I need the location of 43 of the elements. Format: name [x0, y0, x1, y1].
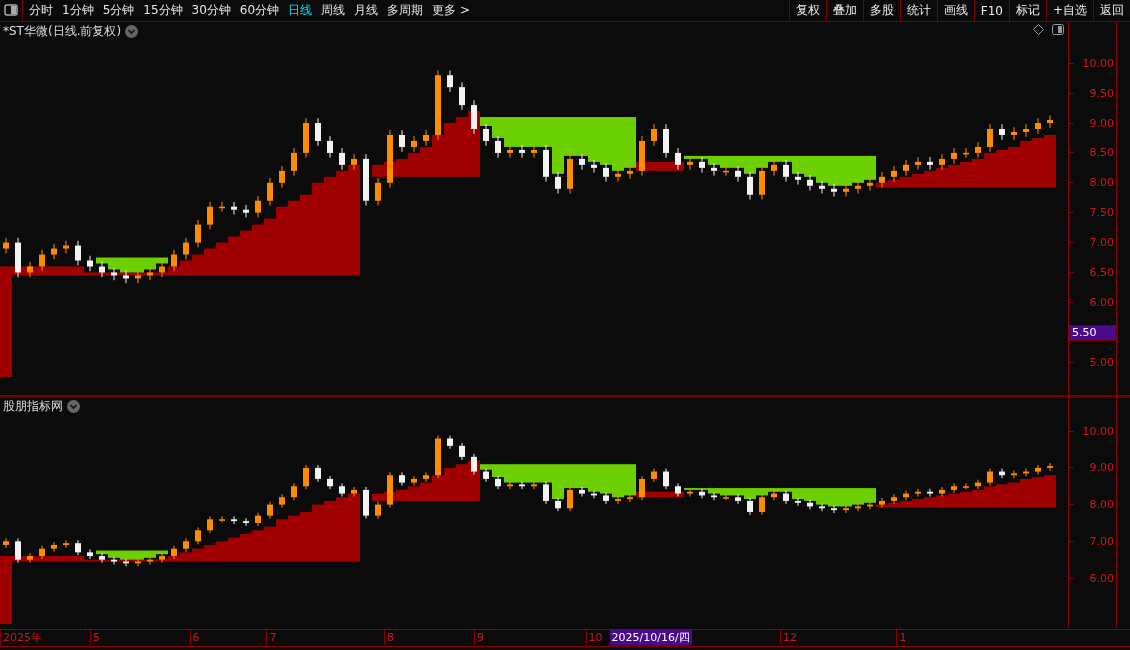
price-label: 6.50	[1088, 265, 1115, 279]
date-label: 8	[384, 630, 394, 645]
period-tab[interactable]: 分时	[29, 2, 53, 19]
period-tab[interactable]: 多周期	[387, 2, 424, 19]
price-label: 7.50	[1088, 206, 1115, 220]
period-tab[interactable]: 月线	[354, 2, 379, 19]
price-label: 7.00	[1088, 236, 1115, 250]
period-tab[interactable]: 周线	[321, 2, 346, 19]
price-label: 8.00	[1088, 498, 1115, 512]
chevron-down-icon[interactable]	[67, 400, 80, 413]
panel-toggle-icon[interactable]	[1052, 24, 1064, 35]
period-tab[interactable]: 更多 >	[432, 2, 470, 19]
date-label: 5	[90, 630, 100, 645]
period-tab[interactable]: 15分钟	[143, 2, 183, 19]
price-label: 10.00	[1081, 56, 1115, 70]
period-tab[interactable]: 60分钟	[239, 2, 280, 19]
price-label: 9.50	[1088, 86, 1115, 100]
price-label: 6.00	[1088, 571, 1115, 585]
price-label: 7.00	[1088, 534, 1115, 548]
price-label: 5.00	[1088, 355, 1115, 369]
date-label: 2025年	[0, 630, 42, 645]
chart-title: *ST华微(日线.前复权)	[3, 23, 122, 40]
period-tab[interactable]: 30分钟	[191, 2, 231, 19]
price-label: 10.00	[1081, 424, 1115, 438]
date-label: 9	[474, 630, 484, 645]
price-label: 8.00	[1088, 176, 1115, 190]
date-label: 7	[266, 630, 277, 645]
chart-title: 股朋指标网	[3, 398, 63, 415]
price-label: 9.00	[1088, 461, 1115, 475]
date-label: 10	[585, 630, 603, 645]
diamond-icon[interactable]	[1033, 24, 1044, 35]
cursor-price-label: 5.50	[1069, 325, 1116, 342]
price-label: 9.00	[1088, 116, 1115, 130]
price-label: 6.00	[1088, 295, 1115, 309]
date-label: 1	[896, 630, 907, 645]
price-label: 8.50	[1088, 146, 1115, 160]
chevron-down-icon[interactable]	[125, 25, 139, 38]
cursor-date-label: 2025/10/16/四	[609, 630, 692, 645]
period-tab[interactable]: 1分钟	[62, 2, 94, 19]
date-label: 12	[780, 630, 797, 645]
period-tab[interactable]: 5分钟	[102, 2, 135, 19]
period-tab[interactable]: 日线	[288, 2, 313, 19]
date-label: 6	[189, 630, 200, 645]
